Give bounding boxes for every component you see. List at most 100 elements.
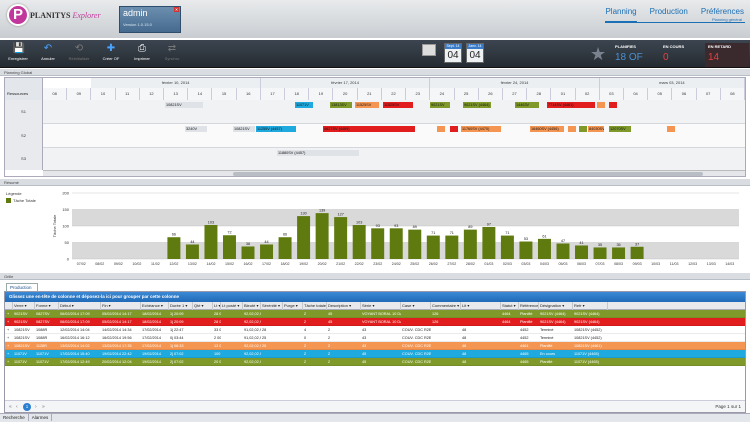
gantt-task[interactable]: 16460SV (4456) bbox=[530, 126, 564, 132]
column-header[interactable]: Case ▾ bbox=[401, 302, 431, 310]
table-cell: 2 bbox=[304, 360, 307, 364]
data-label: 89 bbox=[413, 225, 417, 229]
gantt-task[interactable]: 11760SV (4470) bbox=[461, 126, 501, 132]
table-row[interactable]: +10821SV 1128R 13/02/2014 14:02 13/02/2014 … bbox=[5, 342, 745, 350]
gantt-task[interactable] bbox=[579, 126, 587, 132]
row-expand-icon[interactable]: + bbox=[6, 318, 13, 326]
nav-tab-planning[interactable]: Planning bbox=[605, 7, 637, 23]
gantt-task[interactable] bbox=[597, 102, 605, 108]
table-row[interactable]: +10821SV 1088R 16/02/2014 16:12 16/02/2014 … bbox=[5, 334, 745, 342]
pager-current[interactable]: 1 bbox=[23, 403, 31, 411]
row-expand-icon[interactable]: + bbox=[6, 358, 13, 366]
column-header[interactable]: Statut ▾ bbox=[501, 302, 519, 310]
close-icon[interactable]: ✕ bbox=[174, 7, 179, 12]
nav-tab-production[interactable]: Production bbox=[650, 7, 688, 23]
column-header[interactable]: Tâche totale ▾ bbox=[303, 302, 327, 310]
gantt-task[interactable]: 13813SV bbox=[330, 102, 352, 108]
gantt-day-label: 03 bbox=[599, 88, 624, 100]
row-expand-icon[interactable]: + bbox=[6, 342, 13, 350]
chart-bar bbox=[463, 229, 477, 259]
gantt-task[interactable]: 11880SV (4457) bbox=[277, 150, 359, 156]
gantt-task[interactable]: 10821SV bbox=[165, 102, 203, 108]
tab-alarmes[interactable]: Alarmes bbox=[29, 414, 53, 421]
column-header[interactable]: Commentaire ▾ bbox=[431, 302, 461, 310]
gantt-task[interactable]: 4627SV (4469) bbox=[323, 126, 373, 132]
gantt-task[interactable]: 7714SV (4461) bbox=[547, 102, 595, 108]
calendar-icon[interactable] bbox=[422, 44, 436, 56]
pager-first-icon[interactable]: « bbox=[9, 404, 12, 410]
chart-bar bbox=[482, 226, 496, 259]
table-row[interactable]: +11071V 11071V 17/02/2014 12:49 20/02/2014 … bbox=[5, 358, 745, 366]
column-header[interactable]: Lit ▾ bbox=[461, 302, 501, 310]
date-from-picker[interactable]: Sept. 14 04 bbox=[444, 43, 462, 63]
pager-last-icon[interactable]: » bbox=[42, 404, 45, 410]
column-header[interactable]: Fin ▾ bbox=[101, 302, 141, 310]
column-header[interactable]: Qté ▾ bbox=[193, 302, 213, 310]
column-header[interactable]: Refr ▾ bbox=[573, 302, 608, 310]
chart-bar bbox=[260, 244, 274, 259]
gantt-task[interactable] bbox=[437, 126, 445, 132]
legend-swatch bbox=[6, 198, 11, 204]
gantt-task[interactable]: 10821SV bbox=[233, 126, 255, 132]
table-cell: 05/02/2014 14:17 bbox=[102, 320, 132, 324]
column-header[interactable]: Désignation ▾ bbox=[539, 302, 573, 310]
gantt-task[interactable]: 9021SV (4464) bbox=[463, 102, 491, 108]
column-header[interactable]: Bleuté ▾ bbox=[243, 302, 261, 310]
gantt-task[interactable] bbox=[667, 126, 675, 132]
tab-production[interactable]: Production bbox=[6, 283, 38, 291]
column-header[interactable]: Début ▾ bbox=[59, 302, 101, 310]
pager-prev-icon[interactable]: ‹ bbox=[16, 404, 18, 410]
gantt-task[interactable]: 9021SV bbox=[430, 102, 450, 108]
row-expand-icon[interactable]: + bbox=[6, 350, 13, 358]
sync-button[interactable]: ⇄ Synchro bbox=[158, 43, 186, 67]
gantt-task[interactable] bbox=[568, 126, 576, 132]
gantt-task[interactable]: 84030SV bbox=[588, 126, 604, 132]
gantt-task[interactable]: 11255V (4457) bbox=[256, 126, 296, 132]
gantt-task[interactable]: 11525SV bbox=[355, 102, 379, 108]
gantt-task[interactable] bbox=[450, 126, 458, 132]
gantt-task[interactable]: 14463V bbox=[515, 102, 539, 108]
row-expand-icon[interactable]: + bbox=[6, 310, 13, 318]
gantt-task[interactable] bbox=[373, 126, 415, 132]
column-header[interactable]: Verre ▾ bbox=[13, 302, 35, 310]
table-row[interactable]: +9021SV 0827SV 06/02/2014 17:09 05/02/2014 … bbox=[5, 310, 745, 318]
scrollbar-thumb[interactable] bbox=[233, 172, 703, 176]
x-tick-label: 04/03 bbox=[540, 262, 549, 266]
gantt-task[interactable]: 11071V bbox=[295, 102, 313, 108]
create-of-button[interactable]: ✚ Créer OF bbox=[97, 43, 125, 67]
column-header[interactable]: Sérénité ▾ bbox=[261, 302, 283, 310]
column-header[interactable]: Description ▾ bbox=[327, 302, 361, 310]
gantt-scrollbar[interactable] bbox=[43, 170, 745, 176]
tab-recherche[interactable]: Recherche bbox=[0, 414, 29, 421]
column-header[interactable]: Forme ▾ bbox=[35, 302, 59, 310]
user-panel[interactable]: admin Version 1.0.15.0 ✕ bbox=[119, 6, 181, 33]
gantt-day-label: 15 bbox=[212, 88, 237, 100]
column-header[interactable]: Série ▾ bbox=[361, 302, 401, 310]
column-header[interactable]: Lt posté ▾ bbox=[221, 302, 243, 310]
column-header[interactable]: Echéance ▾ bbox=[141, 302, 169, 310]
group-drop-area[interactable]: Glissez une en-tête de colonne et dépose… bbox=[5, 292, 745, 302]
gantt-task[interactable]: 11525SV bbox=[383, 102, 413, 108]
column-header[interactable]: Purge ▾ bbox=[283, 302, 303, 310]
pager-next-icon[interactable]: › bbox=[35, 404, 37, 410]
undo-button[interactable]: ↶ Annuler bbox=[34, 43, 62, 67]
table-row[interactable]: +9021SV 0827SV 06/02/2014 17:09 05/02/2014 … bbox=[5, 318, 745, 326]
reset-button[interactable]: ⟲ Réinitialiser bbox=[65, 43, 93, 67]
gantt-task[interactable]: 12070SV bbox=[609, 126, 631, 132]
table-row[interactable]: +11071V 11071V 17/02/2014 15:40 19/02/2014 … bbox=[5, 350, 745, 358]
gantt-task[interactable] bbox=[609, 102, 617, 108]
table-cell: 2 bbox=[328, 360, 331, 364]
gantt-task[interactable]: 3240V bbox=[185, 126, 207, 132]
column-header[interactable]: Lt ▾ bbox=[213, 302, 221, 310]
row-expand-icon[interactable]: + bbox=[6, 334, 13, 342]
column-header[interactable]: Référence ▾ bbox=[519, 302, 539, 310]
column-header[interactable]: Durée 1 ▾ bbox=[169, 302, 193, 310]
save-button[interactable]: 💾 Enregistrer bbox=[4, 43, 32, 67]
date-to-picker[interactable]: Janv. 14 04 bbox=[466, 43, 484, 63]
table-cell bbox=[501, 326, 519, 334]
nav-subtitle[interactable]: Planning général bbox=[712, 17, 742, 22]
table-cell: 19/02/2014 22:42 bbox=[102, 352, 132, 356]
table-row[interactable]: +10821SV 1088R 12/02/2014 14:04 14/02/2014 … bbox=[5, 326, 745, 334]
print-button[interactable]: ⎙ Imprimer bbox=[128, 43, 156, 67]
row-expand-icon[interactable]: + bbox=[6, 326, 13, 334]
